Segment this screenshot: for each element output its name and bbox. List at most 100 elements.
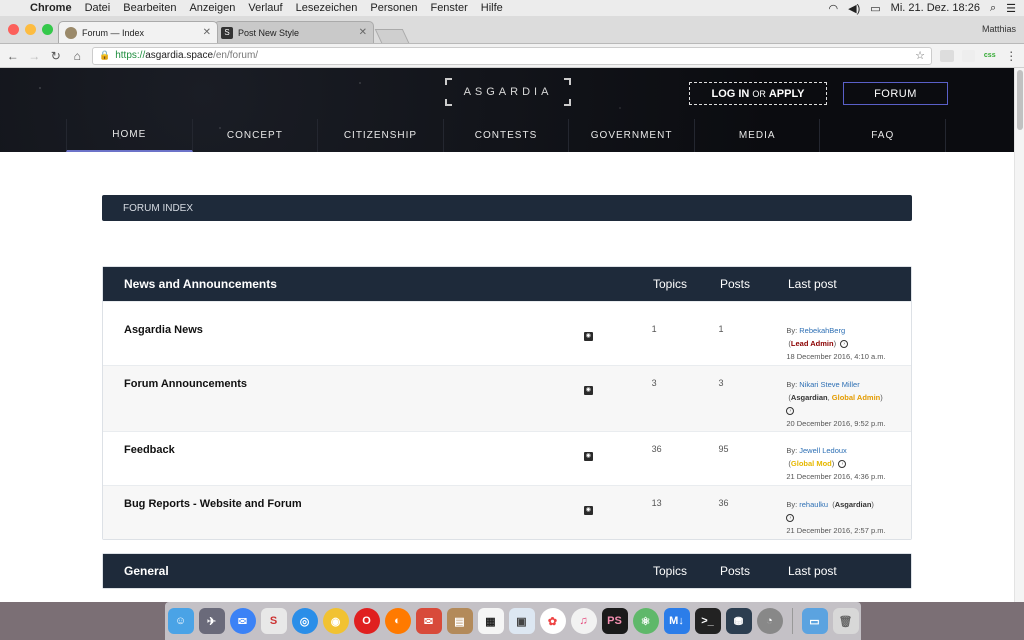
column-last-post: Last post <box>788 277 837 291</box>
last-post-user[interactable]: Jewell Ledoux <box>799 446 847 455</box>
zoom-window-button[interactable] <box>42 24 53 35</box>
mail-icon[interactable]: ✉ <box>415 608 442 634</box>
rss-feed[interactable]: ◉ <box>572 444 652 462</box>
menubar-clock[interactable]: Mi. 21. Dez. 18:26 <box>891 2 980 14</box>
finder-icon[interactable]: ☺ <box>167 608 194 634</box>
photos-icon[interactable]: ✿ <box>539 608 566 634</box>
forum-title[interactable]: Feedback <box>103 444 572 456</box>
menu-bearbeiten[interactable]: Bearbeiten <box>123 2 176 14</box>
menu-verlauf[interactable]: Verlauf <box>248 2 282 14</box>
menu-app[interactable]: Chrome <box>30 2 72 14</box>
rss-feed[interactable]: ◉ <box>572 378 652 396</box>
firefox-icon[interactable]: ◐ <box>384 608 411 634</box>
contacts-icon[interactable]: ▤ <box>446 608 473 634</box>
reload-icon[interactable]: ↻ <box>49 49 63 63</box>
go-to-post-icon[interactable]: › <box>838 460 847 469</box>
extension-icon[interactable] <box>961 49 975 62</box>
breadcrumb-forum-index[interactable]: FORUM INDEX <box>123 203 193 214</box>
forward-icon[interactable]: → <box>28 49 42 63</box>
terminal-icon[interactable]: >_ <box>694 608 721 634</box>
forum-row: Asgardia News ◉ 1 1 By: RebekahBerg (Lea… <box>103 301 911 365</box>
menu-datei[interactable]: Datei <box>85 2 111 14</box>
css-extension-icon[interactable]: css <box>983 50 997 62</box>
slack-icon[interactable]: S <box>260 608 287 634</box>
nav-government[interactable]: GOVERNMENT <box>569 119 695 152</box>
last-post-date: 18 December 2016, 4:10 a.m. <box>786 352 886 361</box>
battery-icon[interactable]: ▭ <box>870 2 880 15</box>
rss-feed[interactable]: ◉ <box>572 498 652 516</box>
last-post-user[interactable]: rehaulku <box>799 500 828 509</box>
url-host: asgardia.space <box>145 50 214 61</box>
go-to-post-icon[interactable]: › <box>840 340 849 349</box>
scrollbar-thumb[interactable] <box>1017 70 1023 130</box>
nav-contests[interactable]: CONTESTS <box>444 119 570 152</box>
atom-icon[interactable]: ⚛ <box>632 608 659 634</box>
url-path: /en/forum/ <box>213 50 259 61</box>
preview-icon[interactable]: ▣ <box>508 608 535 634</box>
menu-personen[interactable]: Personen <box>370 2 417 14</box>
page-scrollbar[interactable] <box>1014 68 1024 602</box>
asgardia-logo[interactable]: ASGARDIA <box>445 78 571 106</box>
forum-title[interactable]: Bug Reports - Website and Forum <box>103 498 572 510</box>
nav-citizenship[interactable]: CITIZENSHIP <box>318 119 444 152</box>
menu-fenster[interactable]: Fenster <box>430 2 467 14</box>
markdown-icon[interactable]: M↓ <box>663 608 690 634</box>
sequel-pro-icon[interactable]: ⛃ <box>725 608 752 634</box>
menu-kebab-icon[interactable]: ⋮ <box>1005 49 1019 63</box>
itunes-icon[interactable]: ♫ <box>570 608 597 634</box>
volume-icon[interactable]: ◀) <box>848 2 860 15</box>
tab-forum-index[interactable]: Forum — Index ✕ <box>58 21 218 43</box>
opera-icon[interactable]: O <box>353 608 380 634</box>
new-tab-button[interactable] <box>374 29 410 43</box>
go-to-post-icon[interactable]: › <box>786 407 795 416</box>
launchpad-icon[interactable]: ✈ <box>198 608 225 634</box>
profile-name[interactable]: Matthias <box>982 24 1016 34</box>
forum-button[interactable]: FORUM <box>843 82 948 105</box>
address-bar[interactable]: 🔒 https:// asgardia.space /en/forum/ ☆ <box>92 46 932 65</box>
close-window-button[interactable] <box>8 24 19 35</box>
downloads-folder-icon[interactable]: ▭ <box>801 608 828 634</box>
forum-topics-count: 13 <box>651 498 662 508</box>
safari-icon[interactable]: ◎ <box>291 608 318 634</box>
window-controls <box>8 24 53 35</box>
category-title[interactable]: General <box>103 564 653 578</box>
last-post-date: 21 December 2016, 2:57 p.m. <box>786 526 886 535</box>
lock-icon: 🔒 <box>99 50 111 60</box>
login-apply-button[interactable]: LOG IN OR APPLY <box>689 82 827 105</box>
rss-feed[interactable]: ◉ <box>572 324 652 342</box>
trash-icon[interactable]: 🗑 <box>832 608 859 634</box>
rss-icon: ◉ <box>583 506 593 515</box>
chrome-icon[interactable]: ◉ <box>322 608 349 634</box>
tableplus-icon[interactable]: ◔ <box>756 608 783 634</box>
menu-lesezeichen[interactable]: Lesezeichen <box>296 2 358 14</box>
menu-anzeigen[interactable]: Anzeigen <box>189 2 235 14</box>
close-tab-icon[interactable]: ✕ <box>203 27 211 38</box>
close-tab-icon[interactable]: ✕ <box>359 27 367 38</box>
extension-icon[interactable] <box>940 49 954 62</box>
go-to-post-icon[interactable]: › <box>786 514 795 523</box>
wifi-icon[interactable]: ◠ <box>829 2 839 15</box>
phpstorm-icon[interactable]: PS <box>601 608 628 634</box>
tab-post-new-style[interactable]: S Post New Style ✕ <box>214 21 374 43</box>
minimize-window-button[interactable] <box>25 24 36 35</box>
last-post-user[interactable]: Nikari Steve Miller <box>799 380 859 389</box>
menu-hilfe[interactable]: Hilfe <box>481 2 503 14</box>
nav-concept[interactable]: CONCEPT <box>193 119 319 152</box>
forum-title[interactable]: Asgardia News <box>103 324 572 336</box>
user-role: Lead Admin <box>790 339 834 348</box>
category-header: General Topics Posts Last post <box>103 554 911 588</box>
nav-media[interactable]: MEDIA <box>695 119 821 152</box>
spotlight-icon[interactable]: ⌕ <box>990 2 996 15</box>
messenger-icon[interactable]: ✉ <box>229 608 256 634</box>
home-icon[interactable]: ⌂ <box>71 49 85 63</box>
calendar-icon[interactable]: ▦ <box>477 608 504 634</box>
bookmark-star-icon[interactable]: ☆ <box>915 49 925 62</box>
nav-home[interactable]: HOME <box>66 119 193 152</box>
back-icon[interactable]: ← <box>6 49 20 63</box>
nav-faq[interactable]: FAQ <box>820 119 947 152</box>
last-post-user[interactable]: RebekahBerg <box>799 326 845 335</box>
forum-title[interactable]: Forum Announcements <box>103 378 572 390</box>
forum-category-news: News and Announcements Topics Posts Last… <box>102 266 912 540</box>
category-title[interactable]: News and Announcements <box>103 277 653 291</box>
notification-center-icon[interactable]: ☰ <box>1006 2 1016 15</box>
